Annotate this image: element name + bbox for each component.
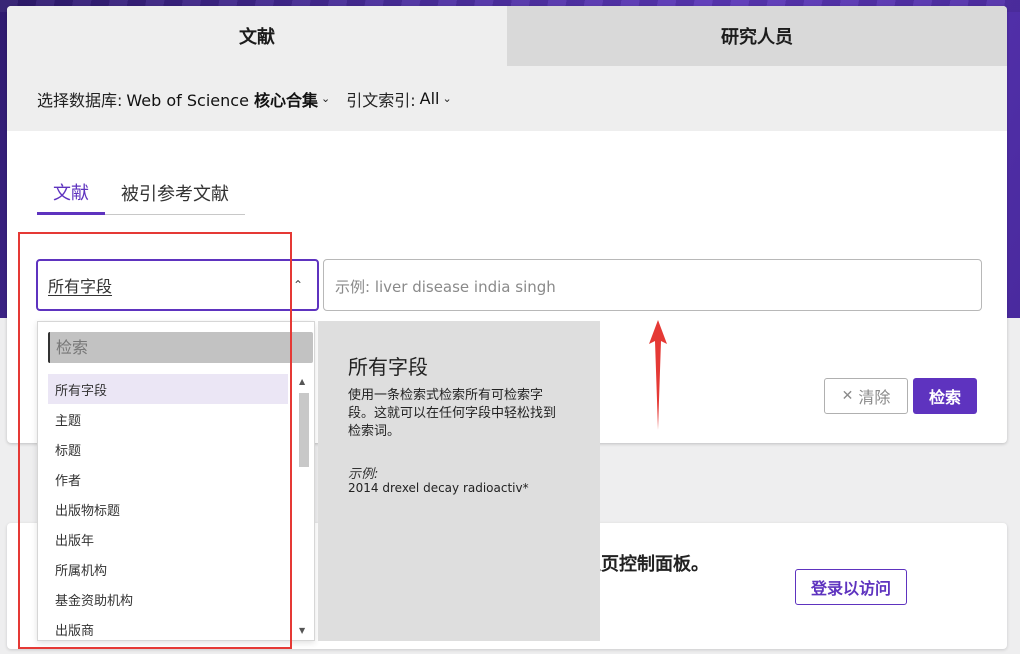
chevron-down-icon[interactable]: ⌄: [321, 92, 330, 105]
sub-tabs: 文献 被引参考文献: [37, 171, 245, 215]
list-item[interactable]: 出版商: [48, 614, 288, 640]
dropdown-scrollbar[interactable]: ▲ ▼: [297, 377, 311, 635]
dropdown-list: 所有字段 主题 标题 作者 出版物标题 出版年 所属机构 基金资助机构 出版商: [48, 374, 288, 640]
list-item[interactable]: 标题: [48, 434, 288, 464]
preview-example: 2014 drexel decay radioactiv*: [348, 481, 529, 495]
clear-button[interactable]: ✕ 清除: [824, 378, 908, 414]
list-item[interactable]: 所属机构: [48, 554, 288, 584]
scroll-up-icon[interactable]: ▲: [299, 377, 305, 386]
preview-title: 所有字段: [348, 355, 428, 379]
preview-description: 使用一条检索式检索所有可检索字段。这就可以在任何字段中轻松找到检索词。: [348, 388, 557, 440]
scrollbar-thumb[interactable]: [299, 393, 309, 467]
tab-researchers[interactable]: 研究人员: [507, 6, 1007, 66]
subtab-cited-references[interactable]: 被引参考文献: [121, 171, 229, 214]
citation-index-label: 引文索引:: [346, 90, 416, 110]
search-query-input[interactable]: [323, 259, 982, 311]
search-field-dropdown: 所有字段 主题 标题 作者 出版物标题 出版年 所属机构 基金资助机构 出版商 …: [37, 321, 315, 641]
top-tabs: 文献 研究人员: [7, 6, 1007, 66]
database-value-bold: 核心合集: [254, 90, 319, 110]
list-item[interactable]: 作者: [48, 464, 288, 494]
database-bar: 选择数据库: Web of Science 核心合集 ⌄ 引文索引: All ⌄: [7, 66, 1007, 131]
list-item[interactable]: 出版物标题: [48, 494, 288, 524]
clear-button-label: 清除: [858, 388, 891, 407]
list-item[interactable]: 基金资助机构: [48, 584, 288, 614]
tab-documents[interactable]: 文献: [7, 6, 507, 66]
preview-example-label: 示例:: [348, 467, 379, 482]
database-value-prefix: Web of Science: [126, 90, 249, 110]
chevron-down-icon[interactable]: ⌄: [442, 92, 451, 105]
dashboard-promo-text: 主页控制面板。: [583, 554, 709, 575]
scroll-down-icon[interactable]: ▼: [299, 626, 305, 635]
search-field-value: 所有字段: [48, 277, 113, 296]
dropdown-search-input[interactable]: [48, 332, 313, 363]
subtab-documents[interactable]: 文献: [37, 171, 105, 215]
close-icon: ✕: [841, 388, 854, 404]
database-selector[interactable]: Web of Science 核心合集: [126, 87, 318, 111]
search-field-select[interactable]: 所有字段 ⌃: [36, 259, 319, 311]
list-item[interactable]: 出版年: [48, 524, 288, 554]
field-preview-panel: 所有字段 使用一条检索式检索所有可检索字段。这就可以在任何字段中轻松找到检索词。…: [318, 321, 600, 641]
list-item[interactable]: 主题: [48, 404, 288, 434]
citation-index-selector[interactable]: All: [420, 89, 440, 108]
login-button[interactable]: 登录以访问: [795, 569, 907, 605]
list-item[interactable]: 所有字段: [48, 374, 288, 404]
search-button[interactable]: 检索: [913, 378, 977, 414]
chevron-up-icon: ⌃: [292, 278, 303, 292]
database-label: 选择数据库:: [37, 90, 123, 110]
